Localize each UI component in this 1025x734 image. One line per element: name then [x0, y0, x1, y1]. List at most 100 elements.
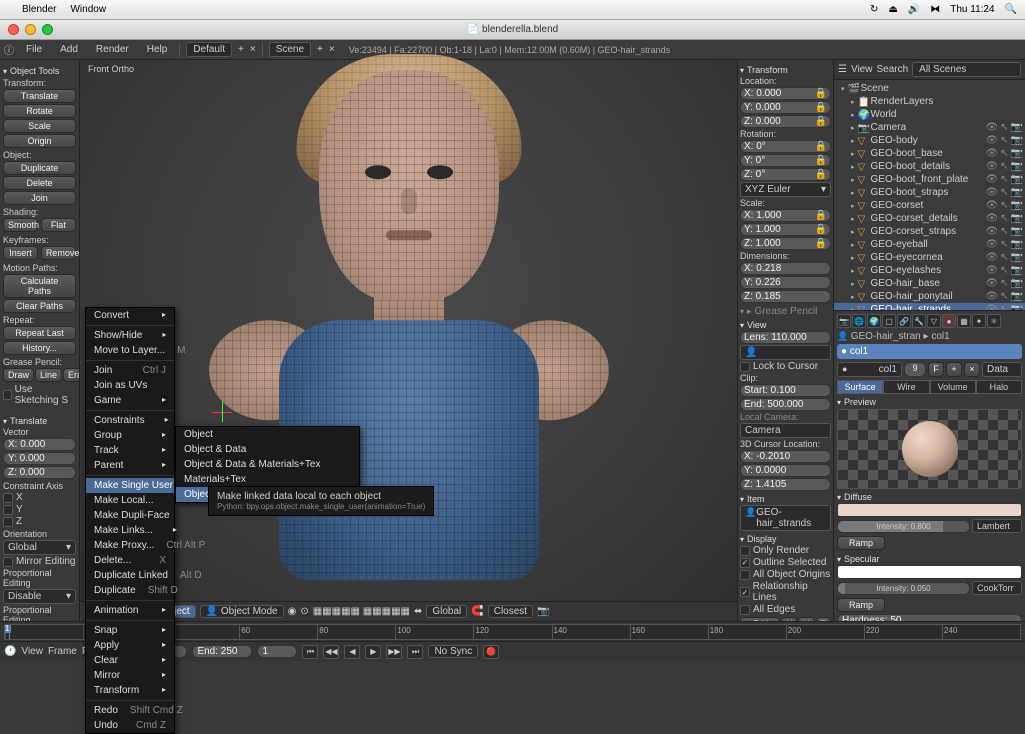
- tab-surface[interactable]: Surface: [837, 380, 883, 394]
- outliner-item[interactable]: ▸📋RenderLayers: [834, 95, 1025, 108]
- menu-render[interactable]: Render: [90, 42, 135, 57]
- mac-app[interactable]: Blender: [22, 4, 56, 15]
- tab-texture[interactable]: ▦: [957, 314, 971, 328]
- pivot-icon[interactable]: ⊙: [300, 606, 308, 617]
- panel-preview[interactable]: Preview: [837, 397, 1022, 407]
- screen-layout[interactable]: Default: [186, 42, 232, 57]
- eye-icon[interactable]: 👁: [985, 226, 998, 237]
- select-icon[interactable]: ↖: [1000, 265, 1008, 276]
- scene-add-icon[interactable]: +: [317, 44, 323, 55]
- render-icon[interactable]: 📷: [1011, 187, 1023, 198]
- render-icon[interactable]: 📷: [1011, 213, 1023, 224]
- spec-ramp[interactable]: Ramp: [837, 598, 885, 612]
- mac-clock[interactable]: Thu 11:24: [950, 4, 994, 15]
- tab-physics[interactable]: ⚛: [987, 314, 1001, 328]
- rot-z[interactable]: Z: 0°🔒: [740, 168, 831, 181]
- editor-type-icon[interactable]: ⓘ: [4, 42, 14, 57]
- menu-add[interactable]: Add: [54, 42, 84, 57]
- np-display[interactable]: Display: [740, 534, 831, 544]
- tl-view[interactable]: View: [21, 646, 43, 657]
- ol-view[interactable]: View: [851, 64, 873, 75]
- scale-z[interactable]: Z: 1.000🔒: [740, 237, 831, 250]
- btn-smooth[interactable]: Smooth: [3, 218, 38, 232]
- mat-users[interactable]: 9: [904, 362, 926, 377]
- select-icon[interactable]: ↖: [1000, 122, 1008, 133]
- tab-object[interactable]: ▢: [882, 314, 896, 328]
- panel-diffuse[interactable]: Diffuse: [837, 492, 1022, 502]
- snap-mode[interactable]: Closest: [488, 605, 533, 618]
- menu-item[interactable]: Make Dupli-Face: [86, 508, 174, 523]
- tab-world[interactable]: 🌍: [867, 314, 881, 328]
- chk-sketching[interactable]: Use Sketching S: [3, 384, 76, 406]
- menu-item[interactable]: Make Local...: [86, 493, 174, 508]
- dim-x[interactable]: X: 0.218: [740, 262, 831, 275]
- render-icon[interactable]: 📷: [1011, 278, 1023, 289]
- outliner-item[interactable]: ▸▽GEO-boot_straps👁↖📷: [834, 186, 1025, 199]
- outliner-item[interactable]: ▸▽GEO-hair_strands👁↖📷: [834, 303, 1025, 310]
- menu-item[interactable]: Object: [176, 427, 359, 442]
- outliner-item[interactable]: ▸▽GEO-boot_front_plate👁↖📷: [834, 173, 1025, 186]
- btn-gp-draw[interactable]: Draw: [3, 368, 34, 382]
- chk-origins[interactable]: All Object Origins: [740, 569, 831, 580]
- menu-item[interactable]: Make Proxy...Ctrl Alt P: [86, 538, 174, 553]
- cur-x[interactable]: X: -0.2010: [740, 450, 831, 463]
- eye-icon[interactable]: 👁: [985, 135, 998, 146]
- select-icon[interactable]: ↖: [1000, 200, 1008, 211]
- play-rev-icon[interactable]: ◀: [344, 645, 360, 659]
- mac-window-menu[interactable]: Window: [70, 4, 106, 15]
- material-slot[interactable]: ● col1: [837, 344, 1022, 359]
- outliner-item[interactable]: ▾🎬Scene: [834, 82, 1025, 95]
- select-icon[interactable]: ↖: [1000, 148, 1008, 159]
- menu-item[interactable]: DuplicateShift D: [86, 583, 174, 598]
- eye-icon[interactable]: 👁: [985, 187, 998, 198]
- select-icon[interactable]: ↖: [1000, 278, 1008, 289]
- loc-y[interactable]: Y: 0.000🔒: [740, 101, 831, 114]
- layers-widget[interactable]: ▦▦▦▦▦ ▦▦▦▦▦: [313, 606, 410, 617]
- chk-cy[interactable]: Y: [3, 504, 76, 515]
- menu-item[interactable]: Make Links...: [86, 523, 174, 538]
- btn-remove-key[interactable]: Remove: [41, 246, 76, 260]
- tab-halo[interactable]: Halo: [976, 380, 1022, 394]
- spec-intensity[interactable]: Intensity: 0.050: [837, 582, 970, 595]
- tab-render[interactable]: 📷: [837, 314, 851, 328]
- eye-icon[interactable]: 👁: [985, 213, 998, 224]
- btn-repeat-last[interactable]: Repeat Last: [3, 326, 76, 340]
- eye-icon[interactable]: 👁: [985, 161, 998, 172]
- item-name[interactable]: 👤 GEO-hair_strands: [740, 505, 831, 531]
- outliner-item[interactable]: ▸▽GEO-corset_details👁↖📷: [834, 212, 1025, 225]
- menu-item[interactable]: RedoShift Cmd Z: [86, 703, 174, 718]
- btn-join[interactable]: Join: [3, 191, 76, 205]
- btn-translate[interactable]: Translate: [3, 89, 76, 103]
- render-icon[interactable]: 📷: [1011, 148, 1023, 159]
- eye-icon[interactable]: 👁: [985, 278, 998, 289]
- chk-lockcursor[interactable]: Lock to Cursor: [740, 361, 831, 372]
- outliner-item[interactable]: ▸▽GEO-corset_straps👁↖📷: [834, 225, 1025, 238]
- render-icon[interactable]: 📷: [1011, 135, 1023, 146]
- specular-color[interactable]: [837, 565, 1022, 579]
- close-icon[interactable]: [8, 24, 19, 35]
- spec-shader[interactable]: CookTorr: [972, 581, 1022, 595]
- menu-item[interactable]: UndoCmd Z: [86, 718, 174, 733]
- eye-icon[interactable]: 👁: [985, 200, 998, 211]
- mat-link[interactable]: Data: [982, 362, 1022, 377]
- render-icon[interactable]: 📷: [1011, 122, 1023, 133]
- menu-item[interactable]: Show/Hide: [86, 328, 174, 343]
- tab-scene[interactable]: 🌐: [852, 314, 866, 328]
- render-icon[interactable]: 📷: [1011, 291, 1023, 302]
- rot-x[interactable]: X: 0°🔒: [740, 140, 831, 153]
- menu-item[interactable]: Constraints: [86, 413, 174, 428]
- outliner-item[interactable]: ▸▽GEO-body👁↖📷: [834, 134, 1025, 147]
- outliner-item[interactable]: ▸▽GEO-boot_details👁↖📷: [834, 160, 1025, 173]
- scene-del-icon[interactable]: ×: [329, 44, 335, 55]
- dd-pe[interactable]: Disable▾: [3, 589, 76, 604]
- vec-z[interactable]: Z: 0.000: [3, 466, 76, 479]
- outliner-item[interactable]: ▸▽GEO-hair_base👁↖📷: [834, 277, 1025, 290]
- btn-history[interactable]: History...: [3, 341, 76, 355]
- render-icon[interactable]: 📷: [1011, 226, 1023, 237]
- outliner-item[interactable]: ▸▽GEO-corset👁↖📷: [834, 199, 1025, 212]
- traffic-lights[interactable]: [8, 24, 53, 35]
- loc-x[interactable]: X: 0.000🔒: [740, 87, 831, 100]
- rot-y[interactable]: Y: 0°🔒: [740, 154, 831, 167]
- vec-y[interactable]: Y: 0.000: [3, 452, 76, 465]
- props-breadcrumb[interactable]: 👤 GEO-hair_stran ▸ col1: [837, 331, 1022, 342]
